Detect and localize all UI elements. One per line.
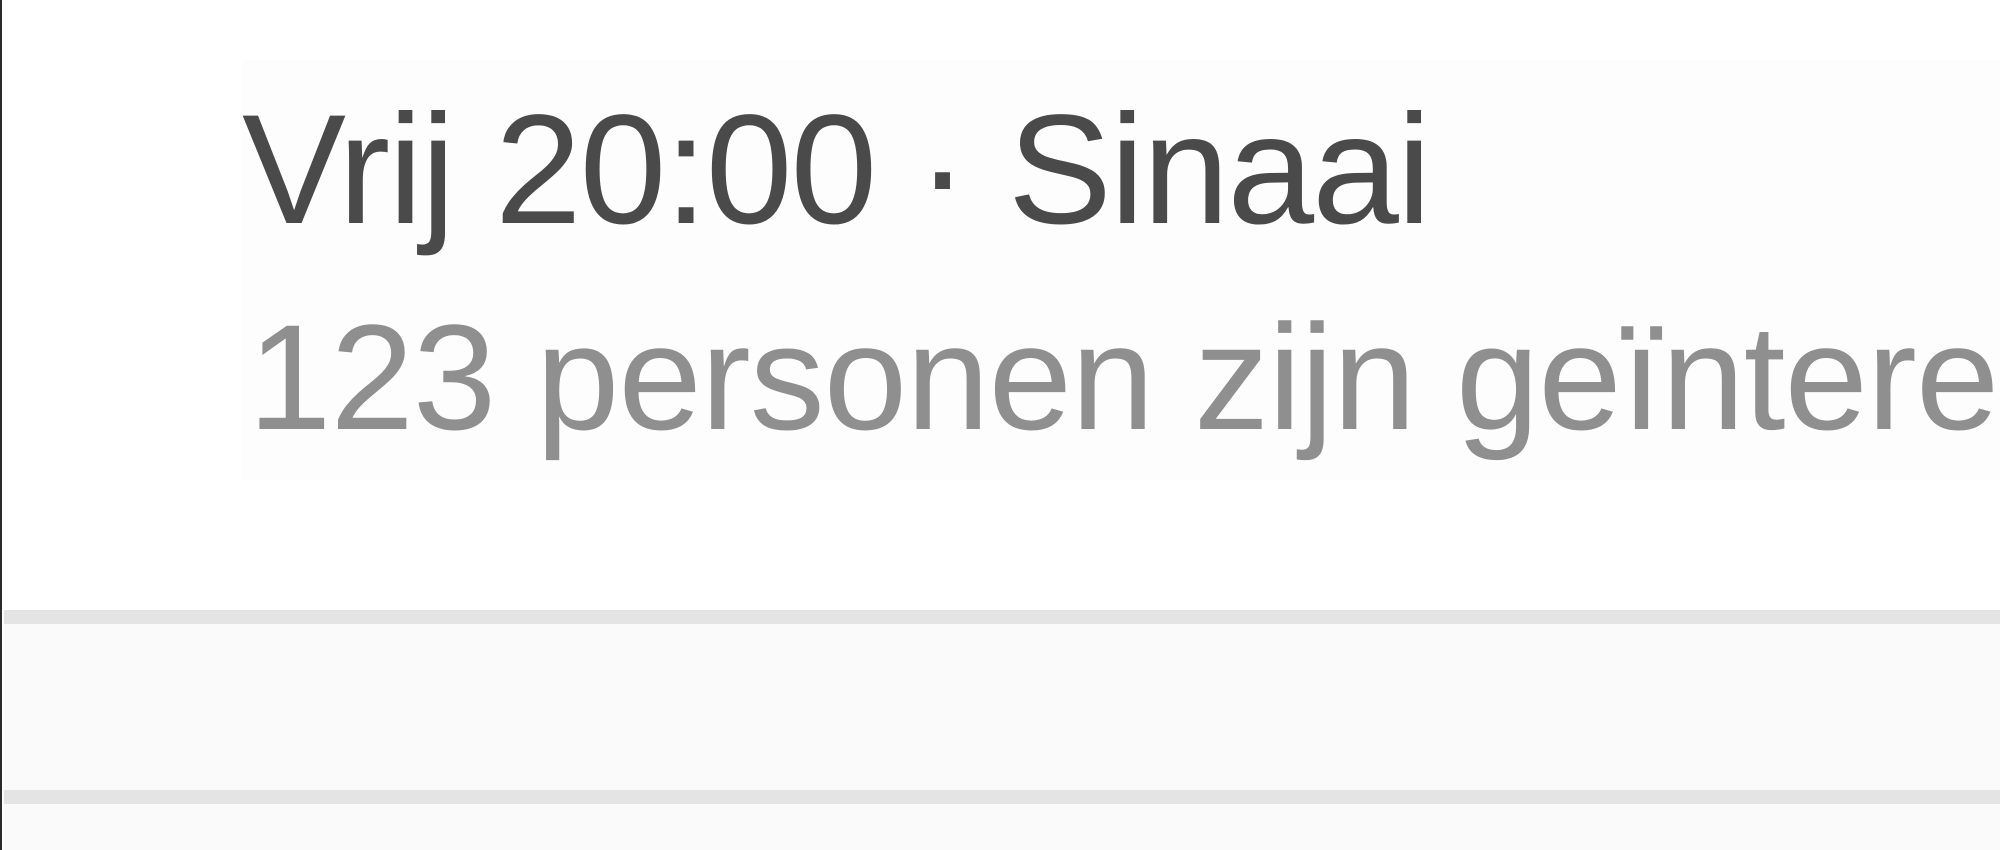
event-date-location: Vrij 20:00 · Sinaai	[242, 83, 1432, 257]
event-interest-count: 123 personen zijn geïnteresseerd	[248, 293, 2000, 461]
event-list-panel: Vrij 20:00 · Sinaai 123 personen zijn ge…	[0, 0, 2000, 850]
list-item[interactable]	[4, 804, 2000, 850]
list-divider	[4, 610, 2000, 624]
list-item[interactable]	[4, 624, 2000, 790]
event-list-item[interactable]: Vrij 20:00 · Sinaai 123 personen zijn ge…	[242, 60, 2000, 480]
list-divider	[4, 790, 2000, 804]
